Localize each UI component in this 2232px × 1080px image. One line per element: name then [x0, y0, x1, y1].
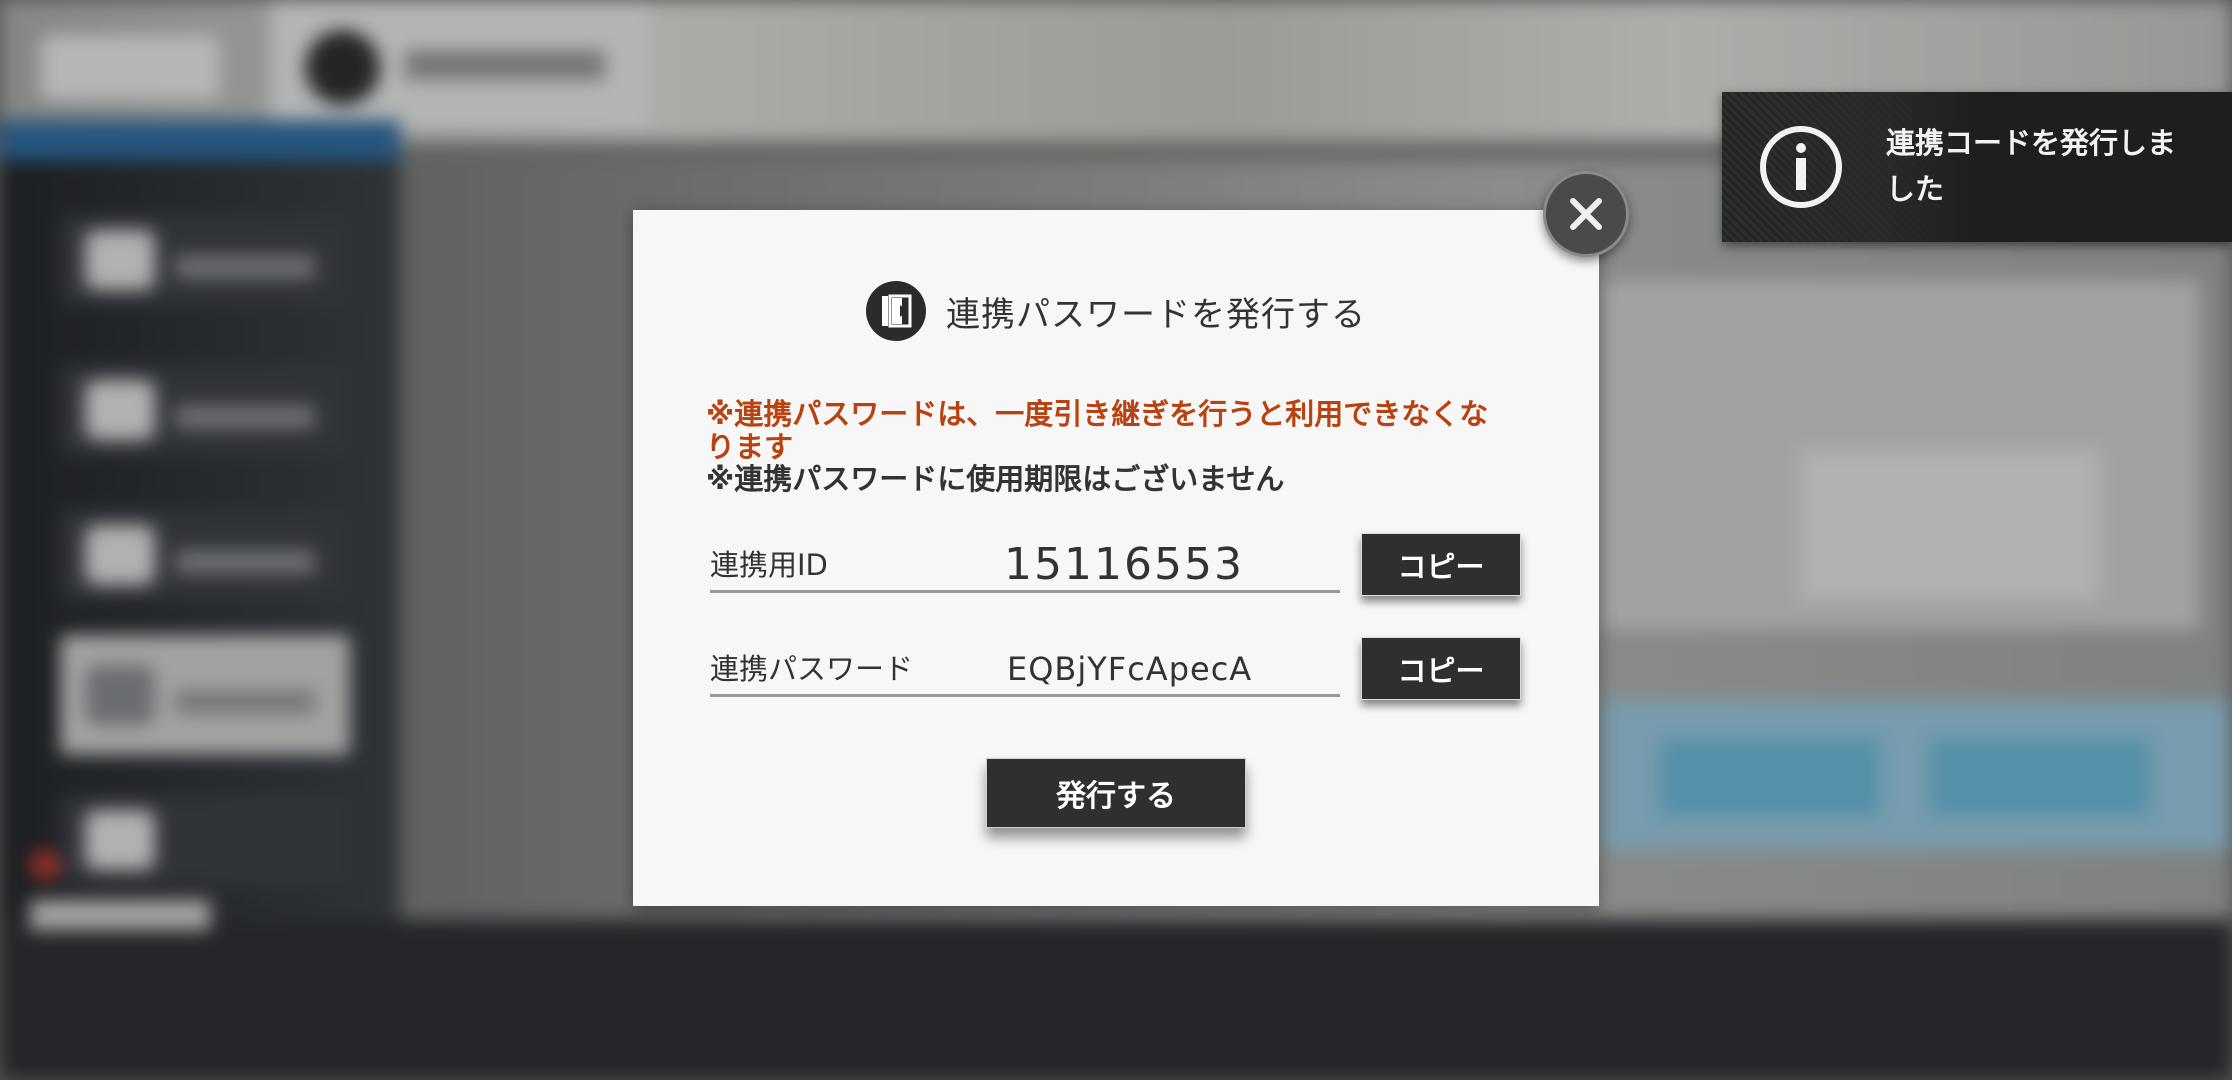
dialog-title: 連携パスワードを発行する — [946, 294, 1366, 335]
toast-notification: 連携コードを発行しま した — [1722, 92, 2232, 242]
transfer-door-icon — [866, 281, 926, 341]
issue-button[interactable]: 発行する — [986, 758, 1246, 828]
link-id-value: 15116553 — [1004, 539, 1244, 590]
toast-message: 連携コードを発行しま した — [1886, 120, 2216, 212]
warning-notice: ※連携パスワードは、一度引き継ぎを行うと利用できなくな ります — [706, 398, 1536, 464]
dialog-header: 連携パスワードを発行する — [633, 280, 1599, 342]
link-id-label: 連携用ID — [710, 548, 828, 582]
issue-password-dialog: 連携パスワードを発行する ※連携パスワードは、一度引き継ぎを行うと利用できなくな… — [633, 210, 1599, 906]
copy-password-button[interactable]: コピー — [1361, 637, 1521, 700]
close-dialog-button[interactable] — [1543, 171, 1629, 257]
warning-notice-line: ※連携パスワードは、一度引き継ぎを行うと利用できなくな — [706, 397, 1489, 431]
close-icon — [1570, 198, 1602, 230]
info-icon — [1760, 126, 1842, 208]
link-password-field: 連携パスワード EQBjYFcApecA — [710, 632, 1340, 697]
toast-message-line: 連携コードを発行しま — [1886, 126, 2177, 160]
link-password-value: EQBjYFcApecA — [1007, 650, 1253, 688]
expiry-notice: ※連携パスワードに使用期限はございません — [706, 462, 1285, 496]
copy-id-button[interactable]: コピー — [1361, 533, 1521, 596]
toast-message-line: した — [1886, 172, 1945, 206]
link-id-field: 連携用ID 15116553 — [710, 528, 1340, 593]
link-password-label: 連携パスワード — [710, 652, 914, 686]
screen: 連携パスワードを発行する ※連携パスワードは、一度引き継ぎを行うと利用できなくな… — [0, 0, 2232, 1080]
warning-notice-line: ります — [706, 430, 794, 464]
